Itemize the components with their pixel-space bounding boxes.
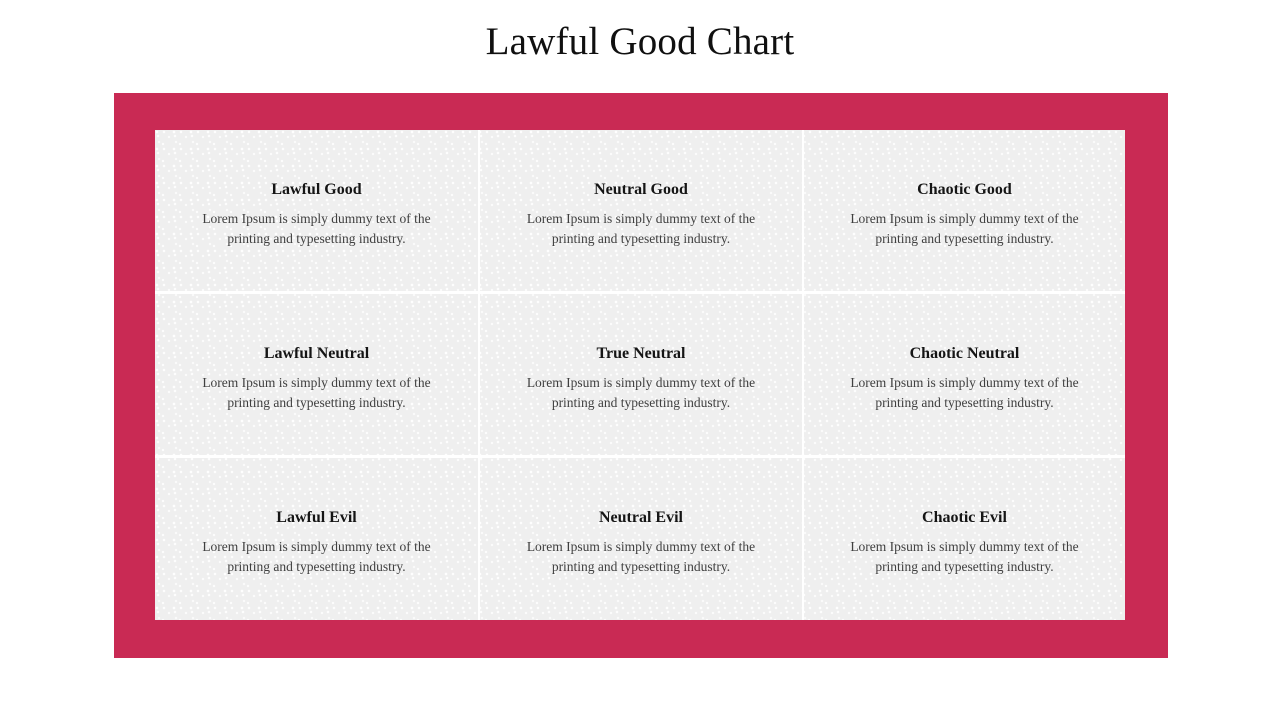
grid-cell-body: Lorem Ipsum is simply dummy text of the …: [850, 375, 1079, 410]
grid-cell-title: Lawful Good: [271, 181, 362, 198]
grid-cell-body: Lorem Ipsum is simply dummy text of the …: [526, 539, 756, 574]
grid-cell-body: Lorem Ipsum is simply dummy text of the …: [850, 539, 1079, 574]
grid-cell-title: True Neutral: [596, 345, 686, 362]
grid-cell-lawful-good[interactable]: Lawful Good Lorem Ipsum is simply dummy …: [155, 130, 478, 291]
alignment-grid: Lawful Good Lorem Ipsum is simply dummy …: [155, 130, 1125, 620]
grid-cell-title: Chaotic Evil: [922, 509, 1007, 526]
grid-cell-true-neutral[interactable]: True Neutral Lorem Ipsum is simply dummy…: [478, 291, 802, 455]
grid-cell-body: Lorem Ipsum is simply dummy text of the …: [202, 211, 431, 246]
grid-cell-neutral-evil[interactable]: Neutral Evil Lorem Ipsum is simply dummy…: [478, 455, 802, 620]
grid-cell-title: Chaotic Good: [917, 181, 1012, 198]
grid-cell-lawful-evil[interactable]: Lawful Evil Lorem Ipsum is simply dummy …: [155, 455, 478, 620]
grid-cell-chaotic-good[interactable]: Chaotic Good Lorem Ipsum is simply dummy…: [802, 130, 1125, 291]
grid-cell-lawful-neutral[interactable]: Lawful Neutral Lorem Ipsum is simply dum…: [155, 291, 478, 455]
grid-cell-body: Lorem Ipsum is simply dummy text of the …: [850, 211, 1079, 246]
grid-cell-title: Chaotic Neutral: [909, 345, 1020, 362]
chart-frame: Lawful Good Lorem Ipsum is simply dummy …: [114, 93, 1168, 658]
grid-cell-title: Lawful Evil: [276, 509, 357, 526]
grid-cell-title: Neutral Good: [594, 181, 688, 198]
page-title: Lawful Good Chart: [485, 20, 795, 63]
grid-cell-body: Lorem Ipsum is simply dummy text of the …: [526, 211, 756, 246]
grid-cell-chaotic-evil[interactable]: Chaotic Evil Lorem Ipsum is simply dummy…: [802, 455, 1125, 620]
grid-cell-body: Lorem Ipsum is simply dummy text of the …: [202, 539, 431, 574]
grid-cell-neutral-good[interactable]: Neutral Good Lorem Ipsum is simply dummy…: [478, 130, 802, 291]
grid-cell-body: Lorem Ipsum is simply dummy text of the …: [526, 375, 756, 410]
grid-cell-body: Lorem Ipsum is simply dummy text of the …: [202, 375, 431, 410]
grid-cell-title: Lawful Neutral: [263, 345, 370, 362]
grid-cell-chaotic-neutral[interactable]: Chaotic Neutral Lorem Ipsum is simply du…: [802, 291, 1125, 455]
grid-cell-title: Neutral Evil: [599, 509, 683, 526]
